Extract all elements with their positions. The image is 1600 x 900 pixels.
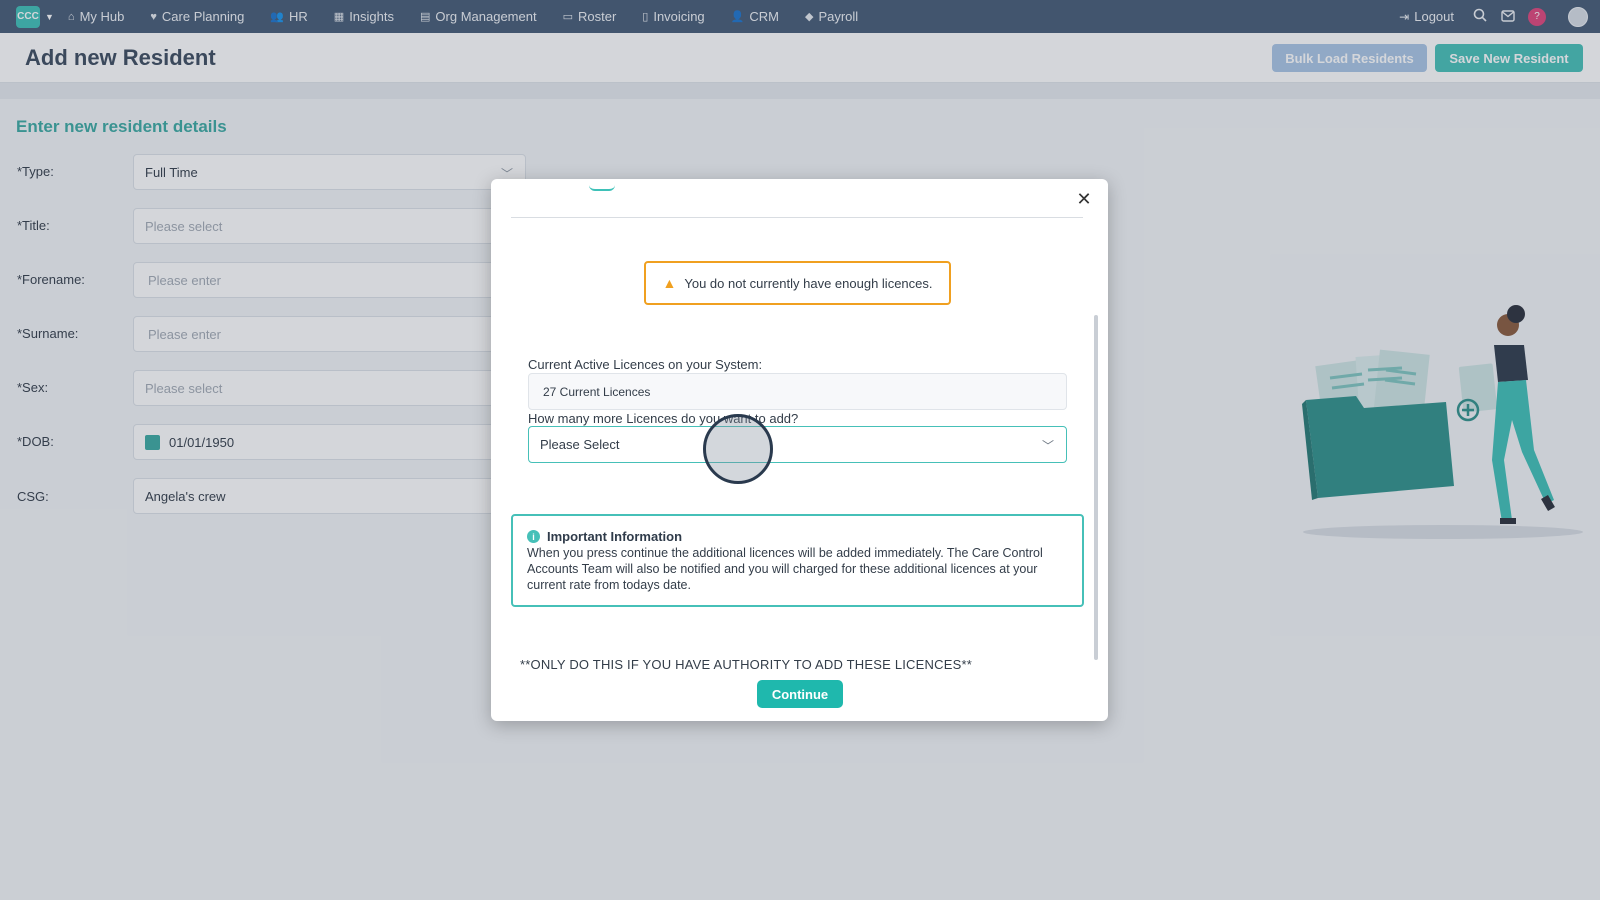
- important-information-box: i Important Information When you press c…: [511, 514, 1084, 607]
- cursor-indicator: [703, 414, 773, 484]
- authority-warning: **ONLY DO THIS IF YOU HAVE AUTHORITY TO …: [520, 657, 972, 672]
- chevron-down-icon: ﹀: [1041, 439, 1054, 453]
- current-licences-field: 27 Current Licences: [528, 373, 1067, 410]
- modal-scrollbar[interactable]: [1094, 315, 1098, 660]
- info-icon: i: [527, 530, 540, 543]
- continue-button[interactable]: Continue: [757, 680, 843, 708]
- more-licences-value: Please Select: [540, 437, 620, 452]
- more-licences-select[interactable]: Please Select ﹀: [528, 426, 1067, 463]
- info-title: Important Information: [547, 529, 683, 544]
- modal-divider: [511, 217, 1083, 218]
- modal-header-arc: [589, 185, 615, 191]
- current-licences-value: 27 Current Licences: [543, 384, 651, 399]
- licence-warning-box: ▲ You do not currently have enough licen…: [644, 261, 951, 305]
- current-licences-label: Current Active Licences on your System:: [528, 357, 763, 372]
- licence-warning-text: You do not currently have enough licence…: [684, 275, 933, 291]
- info-text: When you press continue the additional l…: [527, 546, 1043, 592]
- add-licences-modal: ✕ ▲ You do not currently have enough lic…: [491, 179, 1108, 721]
- warning-icon: ▲: [662, 275, 677, 291]
- close-icon[interactable]: ✕: [1074, 189, 1094, 209]
